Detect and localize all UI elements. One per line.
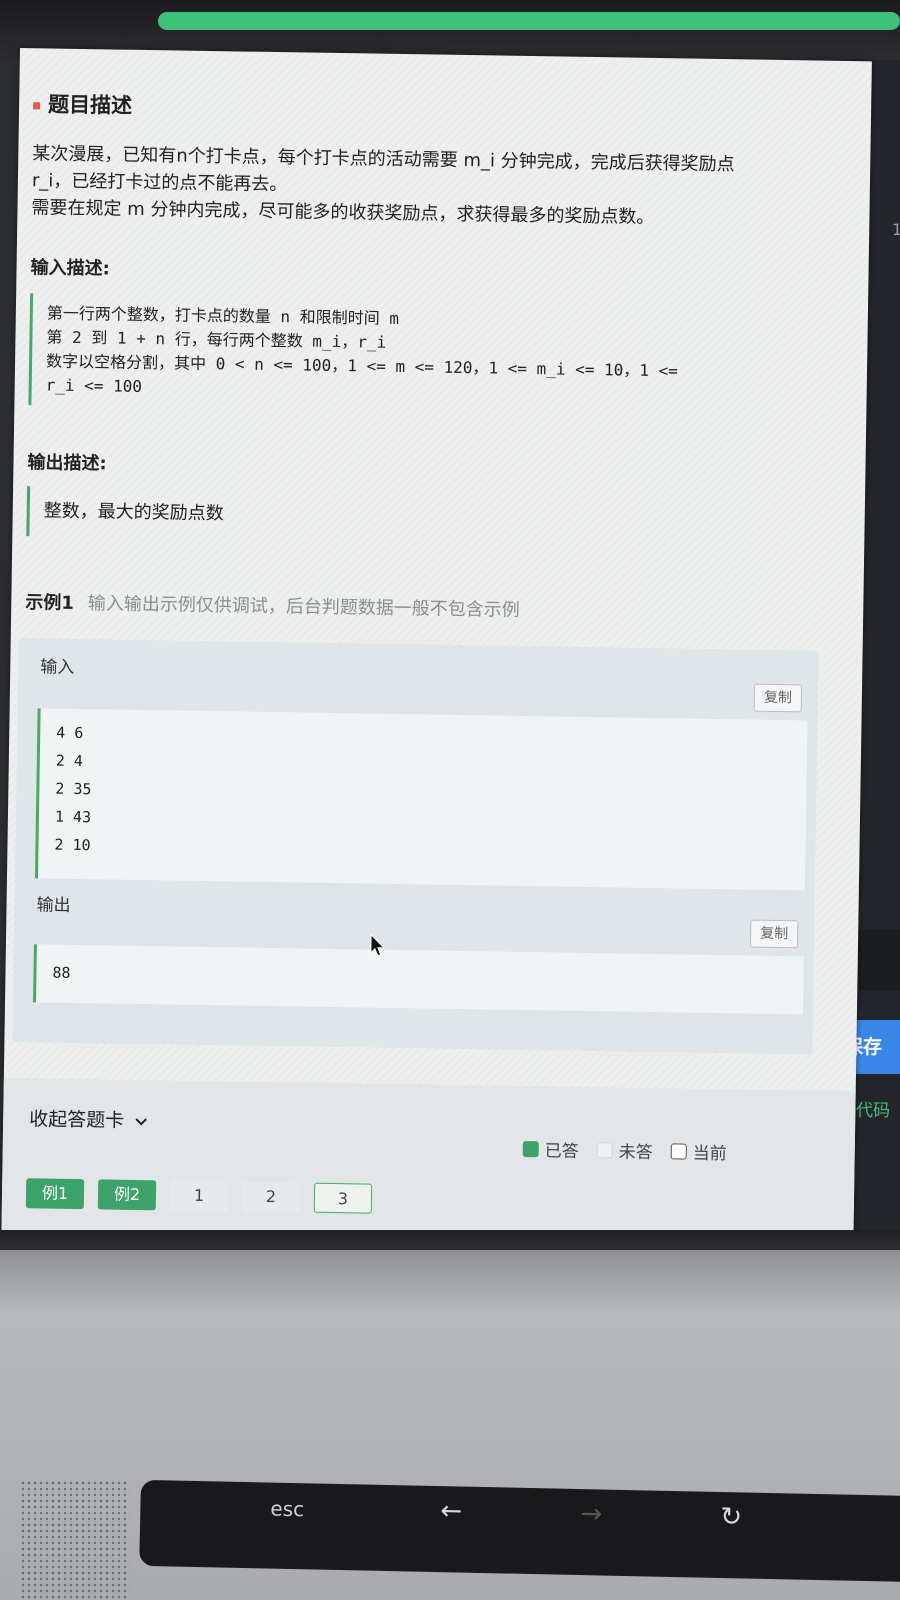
question-button-2[interactable]: 2 — [241, 1181, 301, 1213]
example-output-label: 输出 — [36, 895, 71, 916]
chevron-down-icon — [135, 1117, 147, 1125]
question-buttons: 例1 例2 1 2 3 — [25, 1178, 373, 1214]
question-button-example-2[interactable]: 例2 — [97, 1179, 157, 1211]
example-output-code: 88 — [33, 944, 804, 1015]
current-swatch-icon — [670, 1142, 687, 1160]
answer-legend: 已答 未答 当前 — [522, 1136, 727, 1165]
collapse-answer-card-button[interactable]: 收起答题卡 — [29, 1104, 148, 1133]
section-title: 题目描述 — [33, 88, 132, 120]
question-button-example-1[interactable]: 例1 — [25, 1178, 85, 1210]
legend-unanswered: 未答 — [596, 1137, 653, 1164]
example-card: 输入 复制 4 6 2 4 2 35 1 43 2 10 输出 复制 88 — [12, 638, 819, 1055]
reload-icon[interactable]: ↻ — [720, 1502, 742, 1532]
legend-current: 当前 — [670, 1138, 727, 1165]
collapse-label: 收起答题卡 — [29, 1108, 125, 1132]
copy-input-button[interactable]: 复制 — [753, 683, 803, 713]
legend-answered: 已答 — [522, 1136, 579, 1162]
side-number: 1 — [892, 220, 900, 239]
input-desc-block: 第一行两个整数，打卡点的数量 n 和限制时间 m 第 2 到 1 + n 行，每… — [28, 293, 813, 418]
output-desc-text: 整数，最大的奖励点数 — [43, 500, 224, 525]
progress-bar — [158, 12, 900, 30]
title-marker-icon — [33, 101, 41, 109]
forward-arrow-icon[interactable]: → — [580, 1499, 602, 1529]
unanswered-swatch-icon — [596, 1141, 613, 1158]
section-title-text: 题目描述 — [47, 92, 133, 118]
back-arrow-icon[interactable]: ← — [440, 1496, 462, 1526]
copy-output-button[interactable]: 复制 — [749, 919, 799, 949]
output-desc-title: 输出描述: — [27, 452, 107, 475]
legend-unanswered-label: 未答 — [618, 1142, 653, 1164]
question-button-1[interactable]: 1 — [169, 1180, 229, 1212]
question-button-3[interactable]: 3 — [313, 1182, 373, 1214]
problem-panel: 题目描述 某次漫展，已知有n个打卡点，每个打卡点的活动需要 m_i 分钟完成，完… — [1, 48, 872, 1258]
speaker-grille — [20, 1480, 130, 1600]
problem-description: 某次漫展，已知有n个打卡点，每个打卡点的活动需要 m_i 分钟完成，完成后获得奖… — [31, 140, 792, 233]
example-input-label: 输入 — [40, 657, 75, 678]
legend-current-label: 当前 — [692, 1143, 727, 1165]
example-input-code: 4 6 2 4 2 35 1 43 2 10 — [34, 708, 808, 891]
legend-answered-label: 已答 — [544, 1141, 579, 1162]
touch-bar: esc ← → ↻ — [139, 1479, 900, 1583]
input-desc-title: 输入描述: — [30, 257, 110, 280]
output-desc-block: 整数，最大的奖励点数 — [26, 486, 810, 549]
example-title: 示例1 — [25, 592, 74, 614]
esc-key[interactable]: esc — [270, 1497, 304, 1522]
example-header: 示例1 输入输出示例仅供调试，后台判题数据一般不包含示例 — [25, 588, 520, 622]
answered-swatch-icon — [522, 1140, 539, 1157]
example-note: 输入输出示例仅供调试，后台判题数据一般不包含示例 — [87, 593, 520, 621]
mouse-cursor-icon — [370, 933, 386, 957]
code-line: 88 — [52, 963, 71, 982]
